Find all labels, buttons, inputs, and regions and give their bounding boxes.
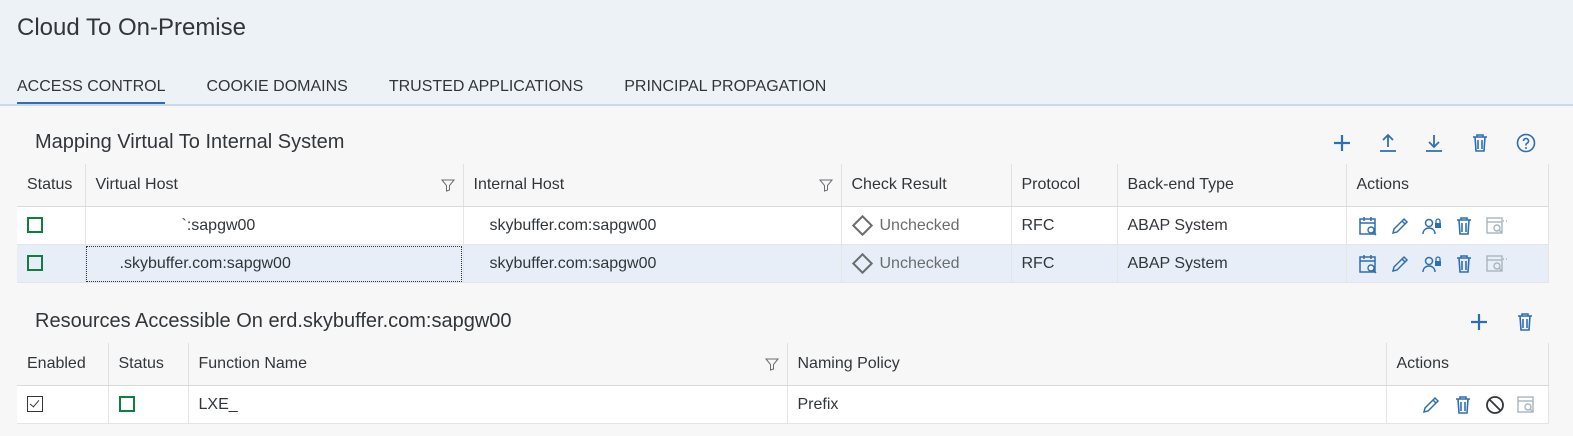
add-resource-button[interactable] [1456,307,1502,337]
table-header-row: Enabled Status Function Name Naming Poli… [17,343,1549,386]
delete-all-button[interactable] [1457,128,1503,158]
import-button[interactable] [1365,128,1411,158]
column-header-status[interactable]: Status [17,164,86,207]
table-header-row: Status Virtual Host Internal Host Check … [17,164,1549,207]
function-name-cell: LXE_ [188,385,788,424]
mapping-section-title: Mapping Virtual To Internal System [35,131,345,153]
virtual-host-value: `:sapgw00 [181,216,256,234]
tab-trusted-applications[interactable]: TRUSTED APPLICATIONS [389,78,583,104]
table-row[interactable]: LXE_ Prefix [17,385,1549,424]
add-icon [1334,135,1350,151]
filter-icon[interactable] [818,178,833,192]
tab-access-control[interactable]: ACCESS CONTROL [17,78,166,104]
enabled-checkbox[interactable] [27,396,43,413]
status-cell [17,244,86,283]
unchecked-diamond-icon [851,252,873,274]
maintain-resources-icon[interactable] [1485,215,1507,237]
delete-resources-button[interactable] [1502,307,1548,337]
column-header-label: Function Name [198,355,308,372]
delete-icon[interactable] [1452,394,1474,416]
delete-icon [1473,134,1487,152]
edit-icon[interactable] [1389,215,1411,237]
resources-toolbar [1456,307,1548,337]
column-header-actions: Actions [1346,164,1549,207]
internal-host-cell: skybuffer.com:sapgw00 [463,206,842,245]
page-header: Cloud To On-Premise ACCESS CONTROL COOKI… [0,0,1573,106]
internal-host-cell: skybuffer.com:sapgw00 [463,244,842,283]
table-row[interactable]: `:sapgw00 skybuffer.com:sapgw00 Unchecke… [17,206,1549,245]
status-ok-icon [27,217,43,234]
column-header-internal-host[interactable]: Internal Host [463,164,842,207]
tab-cookie-domains[interactable]: COOKIE DOMAINS [206,78,347,104]
unchecked-diamond-icon [851,214,873,236]
column-header-check-result[interactable]: Check Result [841,164,1012,207]
backend-type-cell: ABAP System [1117,206,1347,245]
download-icon [1426,135,1442,152]
filter-icon[interactable] [440,178,455,192]
column-header-virtual-host[interactable]: Virtual Host [85,164,464,207]
edit-icon[interactable] [1389,253,1411,275]
column-header-label: Internal Host [473,176,565,193]
principal-type-icon[interactable] [1421,215,1443,237]
delete-icon [1518,313,1532,331]
mapping-table: Status Virtual Host Internal Host Check … [17,164,1549,283]
backend-type-cell: ABAP System [1117,244,1347,283]
export-button[interactable] [1411,128,1457,158]
protocol-cell: RFC [1011,206,1118,245]
disable-icon[interactable] [1484,394,1506,416]
check-result-cell: Unchecked [841,206,1012,245]
help-button[interactable] [1503,128,1549,158]
tab-principal-propagation[interactable]: PRINCIPAL PROPAGATION [624,78,826,104]
status-cell [17,206,86,245]
edit-icon[interactable] [1420,394,1442,416]
add-mapping-button[interactable] [1319,128,1365,158]
check-availability-icon[interactable] [1357,215,1379,237]
status-cell [108,385,189,424]
add-icon [1471,314,1487,330]
status-ok-icon [27,255,43,272]
actions-cell [1346,244,1549,283]
internal-host-value: skybuffer.com:sapgw00 [489,254,657,272]
column-header-naming-policy[interactable]: Naming Policy [787,343,1387,386]
check-result-value: Unchecked [879,216,960,234]
resources-table: Enabled Status Function Name Naming Poli… [17,343,1549,424]
page-title: Cloud To On-Premise [17,14,246,41]
tab-bar: ACCESS CONTROL COOKIE DOMAINS TRUSTED AP… [17,78,867,104]
virtual-host-cell[interactable]: .skybuffer.com:sapgw00 [85,244,464,283]
delete-icon[interactable] [1453,253,1475,275]
column-header-actions: Actions [1386,343,1549,386]
column-header-enabled[interactable]: Enabled [17,343,109,386]
column-header-function-name[interactable]: Function Name [188,343,788,386]
naming-policy-cell: Prefix [787,385,1387,424]
enabled-cell [17,385,109,424]
check-result-cell: Unchecked [841,244,1012,283]
upload-icon [1380,133,1396,152]
table-row-selected[interactable]: .skybuffer.com:sapgw00 skybuffer.com:sap… [17,244,1549,283]
actions-cell [1346,206,1549,245]
help-icon [1516,133,1536,153]
column-header-label: Virtual Host [95,176,178,193]
virtual-host-value: .skybuffer.com:sapgw00 [119,254,291,272]
column-header-backend-type[interactable]: Back-end Type [1117,164,1347,207]
resources-section-title: Resources Accessible On erd.skybuffer.co… [35,310,512,332]
mapping-toolbar [1319,128,1549,158]
status-ok-icon [118,396,135,413]
inspect-icon[interactable] [1516,394,1538,416]
actions-cell [1386,385,1549,424]
maintain-resources-icon[interactable] [1485,253,1507,275]
protocol-cell: RFC [1011,244,1118,283]
column-header-status[interactable]: Status [108,343,189,386]
check-result-value: Unchecked [879,254,960,272]
virtual-host-cell[interactable]: `:sapgw00 [85,206,464,245]
check-availability-icon[interactable] [1357,253,1379,275]
delete-icon[interactable] [1453,215,1475,237]
column-header-protocol[interactable]: Protocol [1011,164,1118,207]
internal-host-value: skybuffer.com:sapgw00 [489,216,657,234]
filter-icon[interactable] [764,357,779,371]
principal-type-icon[interactable] [1421,253,1443,275]
